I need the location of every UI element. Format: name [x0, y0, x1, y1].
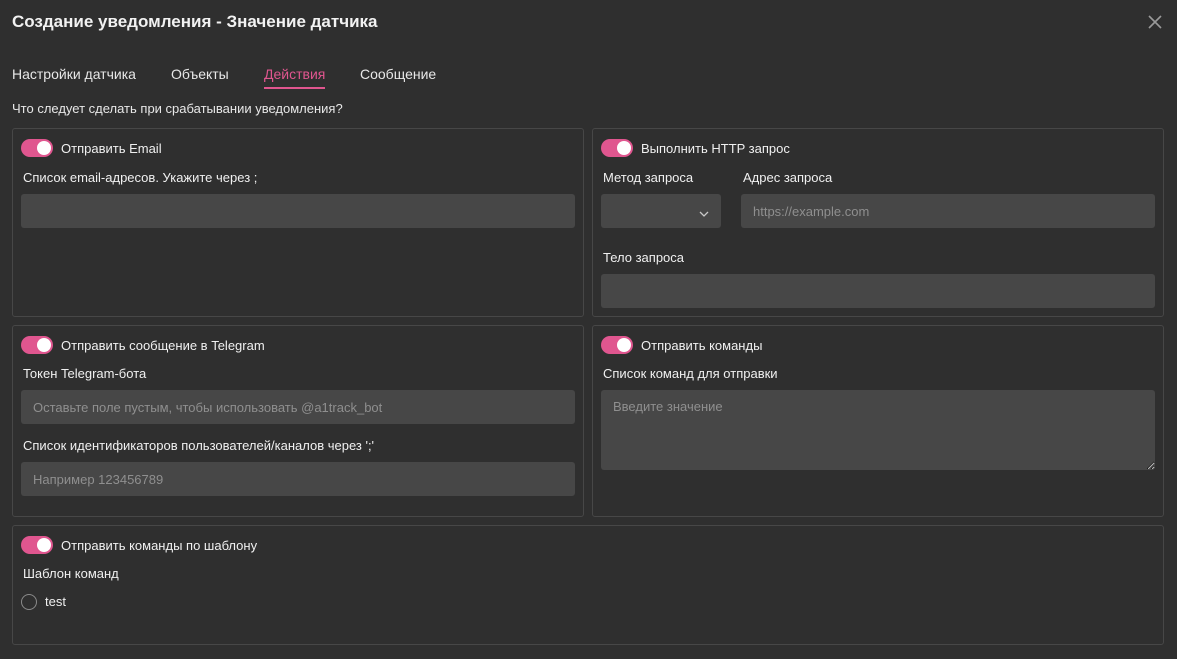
- email-list-label: Список email-адресов. Укажите через ;: [23, 170, 258, 185]
- chevron-down-icon: [699, 206, 709, 217]
- telegram-toggle-label: Отправить сообщение в Telegram: [61, 338, 265, 353]
- token-label: Токен Telegram-бота: [23, 366, 147, 381]
- email-card: Отправить Email Список email-адресов. Ук…: [12, 128, 584, 317]
- http-card: Выполнить HTTP запрос Метод запроса Адре…: [592, 128, 1164, 317]
- http-toggle[interactable]: [601, 139, 633, 157]
- tab-message[interactable]: Сообщение: [360, 66, 436, 90]
- email-toggle-label: Отправить Email: [61, 141, 162, 156]
- email-list-input[interactable]: [21, 194, 575, 228]
- method-label: Метод запроса: [603, 170, 694, 185]
- tab-sensor-settings[interactable]: Настройки датчика: [12, 66, 136, 90]
- http-toggle-label: Выполнить HTTP запрос: [641, 141, 790, 156]
- ids-label: Список идентификаторов пользователей/кан…: [23, 438, 375, 453]
- actions-question: Что следует сделать при срабатывании уве…: [12, 101, 343, 116]
- ids-input[interactable]: [21, 462, 575, 496]
- template-label: Шаблон команд: [23, 566, 119, 581]
- telegram-toggle[interactable]: [21, 336, 53, 354]
- telegram-card: Отправить сообщение в Telegram Токен Tel…: [12, 325, 584, 517]
- method-select[interactable]: [601, 194, 721, 228]
- template-commands-card: Отправить команды по шаблону Шаблон кома…: [12, 525, 1164, 645]
- template-commands-toggle[interactable]: [21, 536, 53, 554]
- tab-objects[interactable]: Объекты: [171, 66, 229, 90]
- commands-card: Отправить команды Список команд для отпр…: [592, 325, 1164, 517]
- email-toggle[interactable]: [21, 139, 53, 157]
- notification-dialog: Создание уведомления - Значение датчика …: [0, 0, 1177, 659]
- commands-list-label: Список команд для отправки: [603, 366, 778, 381]
- body-input[interactable]: [601, 274, 1155, 308]
- template-commands-toggle-label: Отправить команды по шаблону: [61, 538, 258, 553]
- body-label: Тело запроса: [603, 250, 685, 265]
- close-icon[interactable]: [1146, 13, 1164, 31]
- tab-actions[interactable]: Действия: [264, 66, 326, 90]
- token-input[interactable]: [21, 390, 575, 424]
- commands-list-textarea[interactable]: [601, 390, 1155, 470]
- dialog-title: Создание уведомления - Значение датчика: [12, 12, 378, 31]
- commands-toggle[interactable]: [601, 336, 633, 354]
- commands-toggle-label: Отправить команды: [641, 338, 763, 353]
- url-input[interactable]: [741, 194, 1155, 228]
- url-label: Адрес запроса: [743, 170, 833, 185]
- template-radio-label[interactable]: test: [45, 594, 66, 609]
- template-radio-test[interactable]: [21, 594, 37, 610]
